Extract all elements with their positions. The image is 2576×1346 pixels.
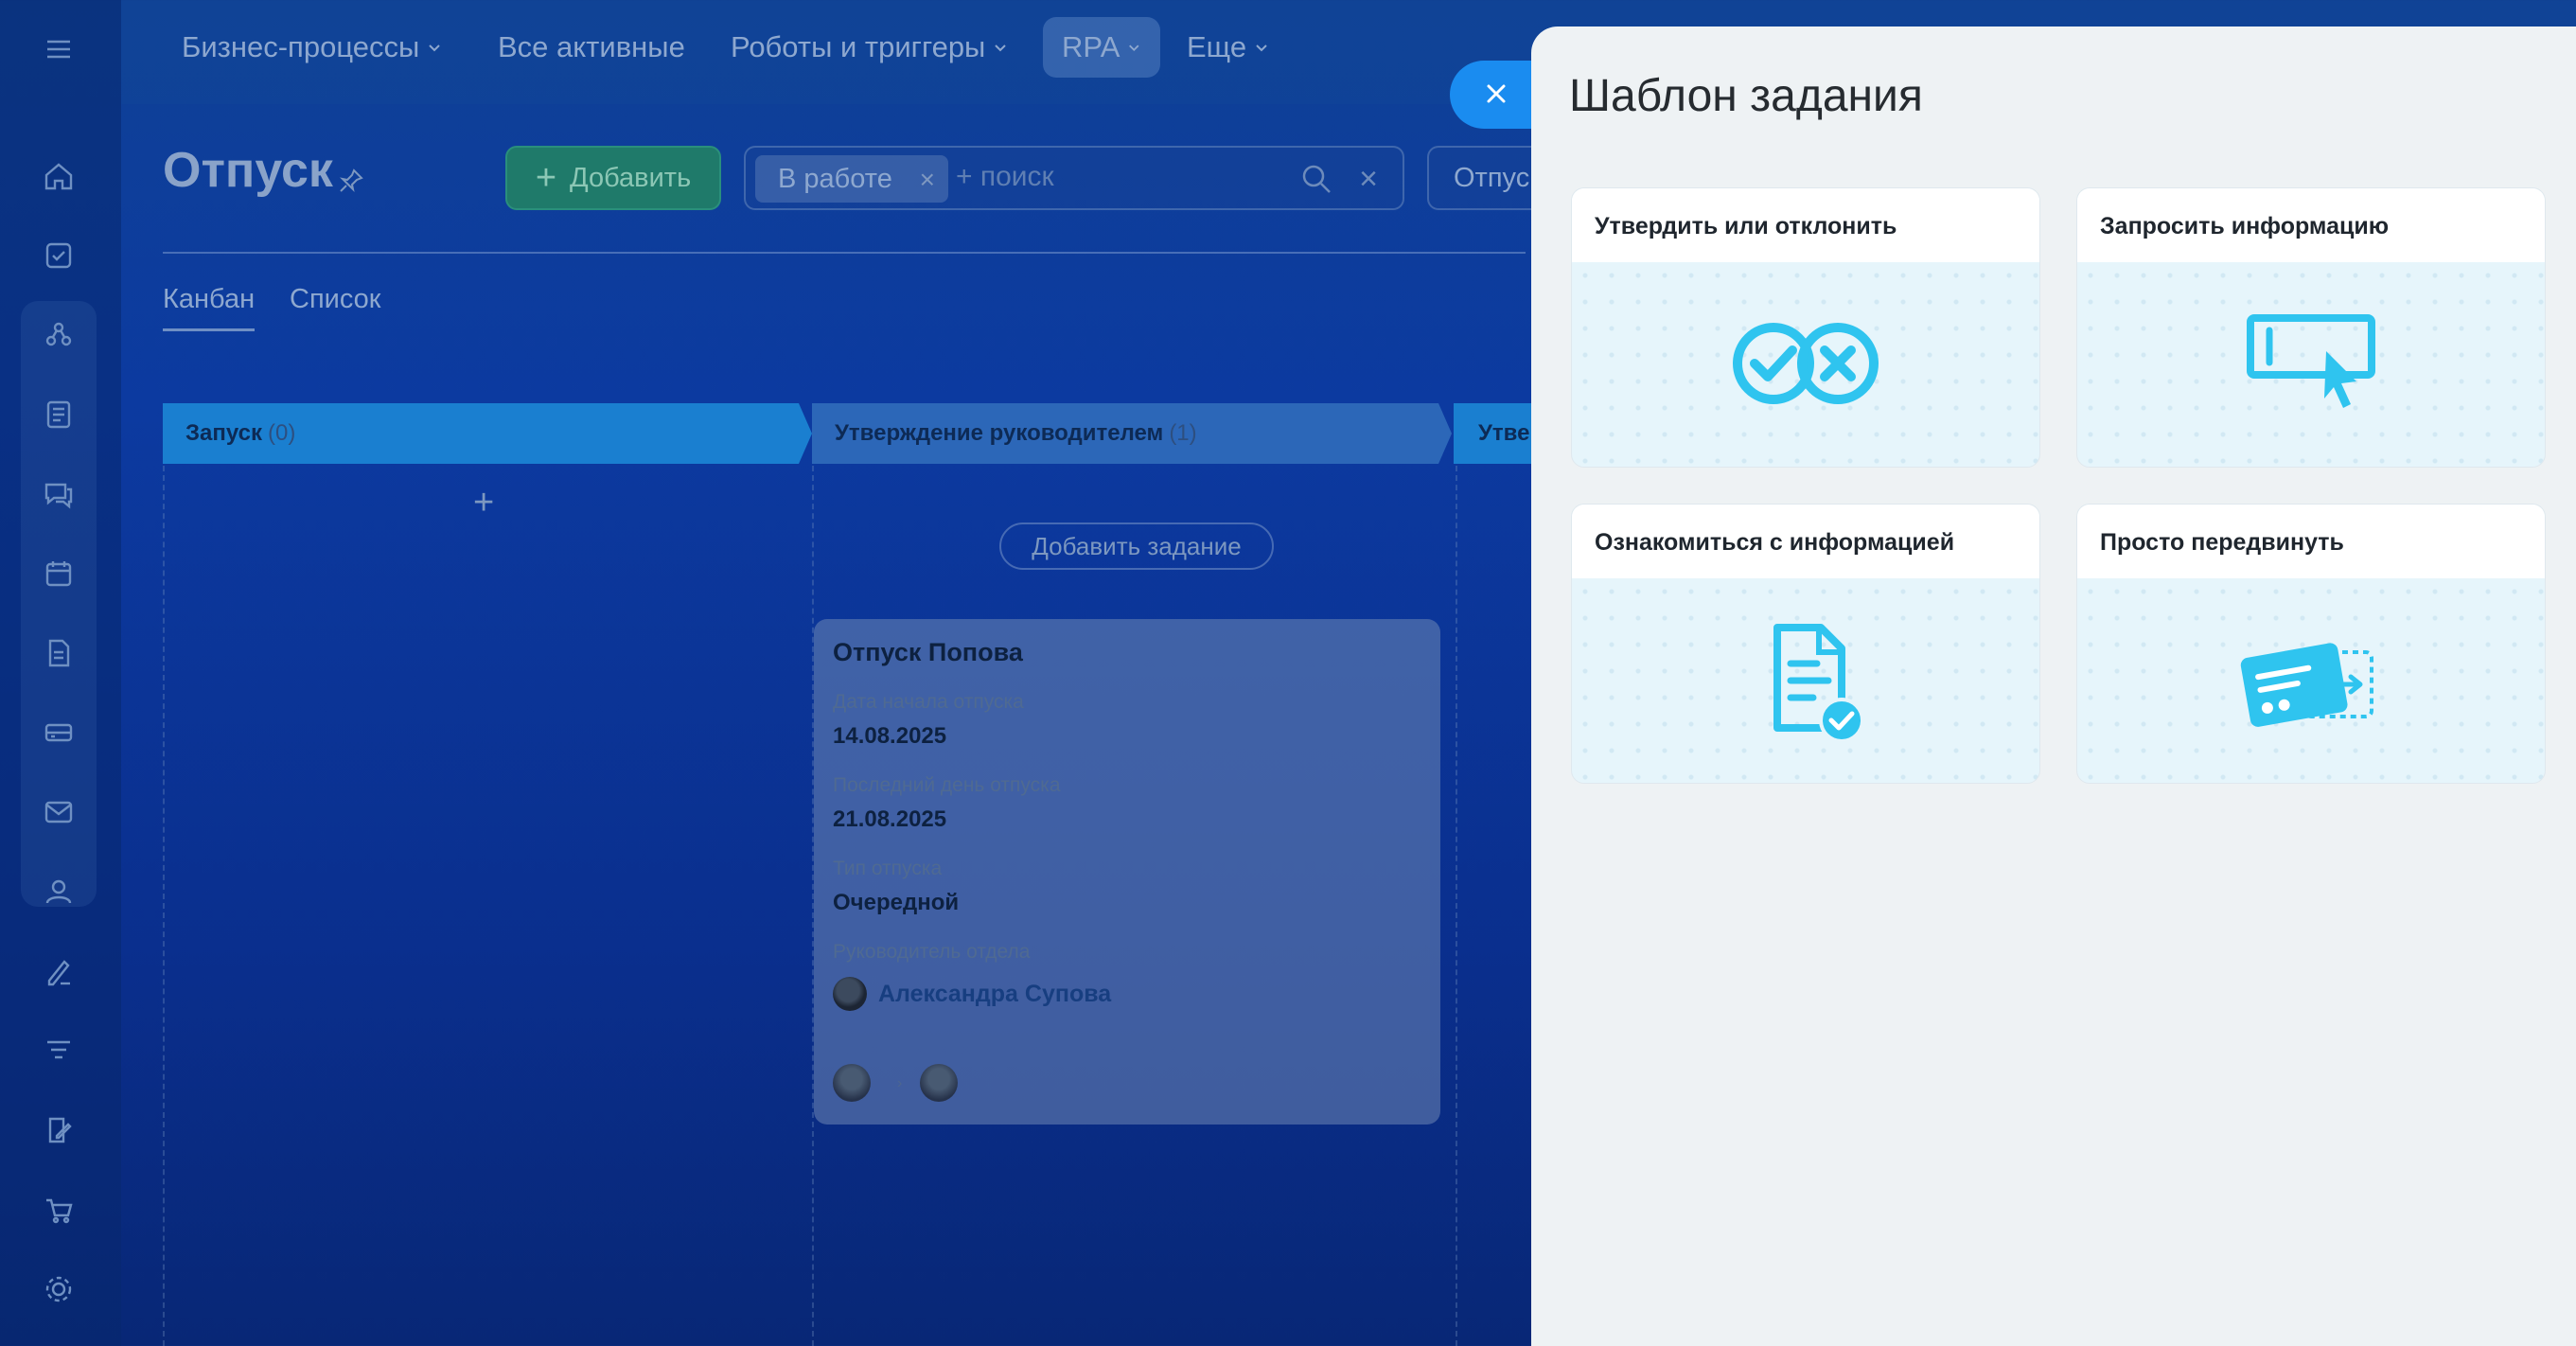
move-card-icon — [2240, 643, 2373, 727]
column-header-launch[interactable]: Запуск (0) — [163, 403, 806, 464]
template-just-move[interactable]: Просто передвинуть — [2076, 504, 2546, 784]
home-icon[interactable] — [34, 151, 83, 201]
panel-title: Шаблон задания — [1569, 71, 1923, 121]
template-title: Запросить информацию — [2077, 188, 2545, 262]
search-input[interactable]: + поиск — [956, 161, 1054, 193]
pin-icon[interactable] — [337, 167, 365, 195]
remove-chip-icon[interactable]: × — [920, 165, 935, 195]
nav-business-processes[interactable]: Бизнес-процессы — [182, 17, 442, 78]
settings-icon[interactable] — [34, 1265, 83, 1314]
template-title: Ознакомиться с информацией — [1572, 505, 2039, 578]
filter-chip-label: В работе — [778, 163, 892, 194]
close-icon — [1487, 84, 1506, 103]
column-title: Запуск — [185, 420, 262, 446]
approve-reject-icon — [1733, 323, 1879, 404]
employees-icon[interactable] — [34, 867, 83, 916]
nav-label: RPA — [1062, 30, 1120, 63]
nav-label: Еще — [1187, 30, 1247, 63]
add-button[interactable]: + Добавить — [505, 146, 721, 210]
left-sidebar — [0, 0, 121, 1346]
column-header-manager-approval[interactable]: Утверждение руководителем (1) — [812, 403, 1437, 464]
filter-chip[interactable]: В работе × — [755, 155, 948, 203]
column-count: (1) — [1169, 420, 1197, 446]
documents-icon[interactable] — [34, 629, 83, 678]
nav-all-active[interactable]: Все активные — [498, 17, 685, 78]
template-title: Просто передвинуть — [2077, 505, 2545, 578]
card-field-label: Последний день отпуска — [833, 774, 1061, 796]
calendar-icon[interactable] — [34, 549, 83, 598]
card-field-value: 21.08.2025 — [833, 806, 947, 832]
kanban-card[interactable]: Отпуск Попова Дата начала отпуска 14.08.… — [814, 619, 1440, 1125]
card-field-label: Руководитель отдела — [833, 941, 1031, 963]
column-count: (0) — [268, 420, 296, 446]
avatar[interactable] — [920, 1064, 958, 1102]
nav-label: Бизнес-процессы — [182, 30, 420, 63]
avatar[interactable] — [833, 1064, 871, 1102]
drive-icon[interactable] — [34, 708, 83, 757]
mail-icon[interactable] — [34, 788, 83, 837]
chevron-down-icon — [1256, 44, 1267, 52]
column-title: Утверждение руководителем — [835, 420, 1164, 446]
shop-icon[interactable] — [34, 1185, 83, 1234]
page-title: Отпуск — [163, 143, 333, 198]
chevron-down-icon — [1129, 44, 1139, 52]
card-manager[interactable]: Александра Супова — [833, 977, 1111, 1011]
plus-icon: + — [535, 158, 557, 198]
column-border — [163, 466, 165, 1346]
card-field-label: Тип отпуска — [833, 858, 943, 879]
column-header-third[interactable]: Утве — [1456, 403, 1531, 464]
add-task-button[interactable]: Добавить задание — [999, 522, 1274, 570]
card-field-value: 14.08.2025 — [833, 723, 947, 749]
add-item-plus-icon[interactable]: + — [473, 483, 494, 523]
request-info-icon — [2247, 314, 2375, 408]
nav-more[interactable]: Еще — [1187, 17, 1269, 78]
read-document-icon — [1773, 624, 1864, 743]
chevron-down-icon — [429, 44, 440, 52]
template-read-info[interactable]: Ознакомиться с информацией — [1571, 504, 2040, 784]
preset-button-label: Отпуск — [1454, 162, 1541, 193]
avatar — [833, 977, 867, 1011]
crm-icon[interactable] — [34, 390, 83, 439]
add-button-label: Добавить — [570, 162, 692, 193]
template-request-info[interactable]: Запросить информацию — [2076, 187, 2546, 468]
edit-doc-icon[interactable] — [34, 1106, 83, 1155]
nav-label: Все активные — [498, 30, 685, 63]
template-title: Утвердить или отклонить — [1572, 188, 2039, 262]
nav-robots-triggers[interactable]: Роботы и триггеры — [731, 17, 1008, 78]
tab-list[interactable]: Список — [290, 284, 381, 315]
search-icon[interactable] — [1300, 163, 1332, 195]
close-panel-button[interactable] — [1450, 61, 1544, 129]
tasks-icon[interactable] — [34, 231, 83, 280]
menu-icon[interactable] — [34, 25, 83, 74]
chevron-down-icon — [995, 44, 1007, 52]
column-title: Утве — [1478, 420, 1530, 446]
sign-icon[interactable] — [34, 947, 83, 996]
preset-button[interactable]: Отпуск — [1427, 146, 1541, 210]
arrow-separator-icon: › — [897, 1075, 903, 1091]
card-field-value: Очередной — [833, 890, 960, 915]
chat-icon[interactable] — [34, 469, 83, 519]
automation-icon[interactable] — [34, 310, 83, 360]
task-template-panel: Шаблон задания Утвердить или отклонить З… — [1531, 27, 2576, 1346]
filter-icon[interactable] — [34, 1026, 83, 1075]
tab-kanban[interactable]: Канбан — [163, 284, 256, 331]
column-border — [1456, 466, 1457, 1346]
nav-label: Роботы и триггеры — [731, 30, 986, 63]
card-title: Отпуск Попова — [833, 638, 1023, 666]
template-approve-reject[interactable]: Утвердить или отклонить — [1571, 187, 2040, 468]
nav-rpa[interactable]: RPA — [1043, 17, 1160, 78]
filter-search-box[interactable]: В работе × + поиск × — [744, 146, 1404, 210]
manager-name: Александра Супова — [878, 980, 1112, 1007]
clear-search-icon[interactable]: × — [1359, 161, 1378, 198]
header-divider — [163, 252, 1526, 254]
card-field-label: Дата начала отпуска — [833, 691, 1024, 713]
